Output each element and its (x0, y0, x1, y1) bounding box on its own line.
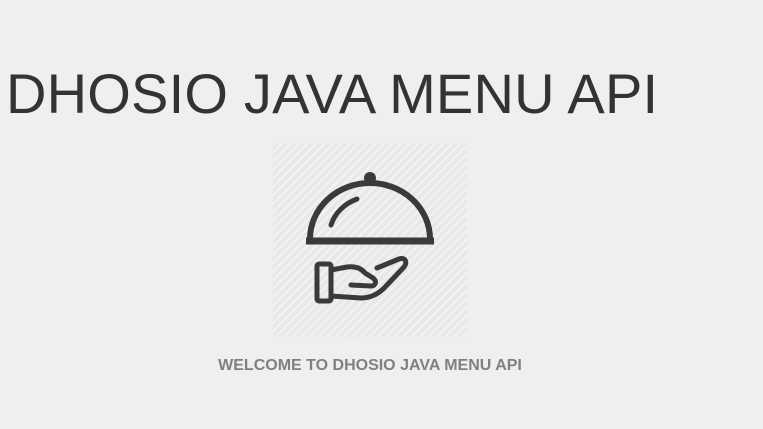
hero-image (273, 143, 467, 337)
page-title: DHOSIO JAVA MENU API (6, 62, 659, 125)
welcome-text: WELCOME TO DHOSIO JAVA MENU API (218, 357, 522, 374)
food-tray-service-icon (306, 172, 434, 304)
